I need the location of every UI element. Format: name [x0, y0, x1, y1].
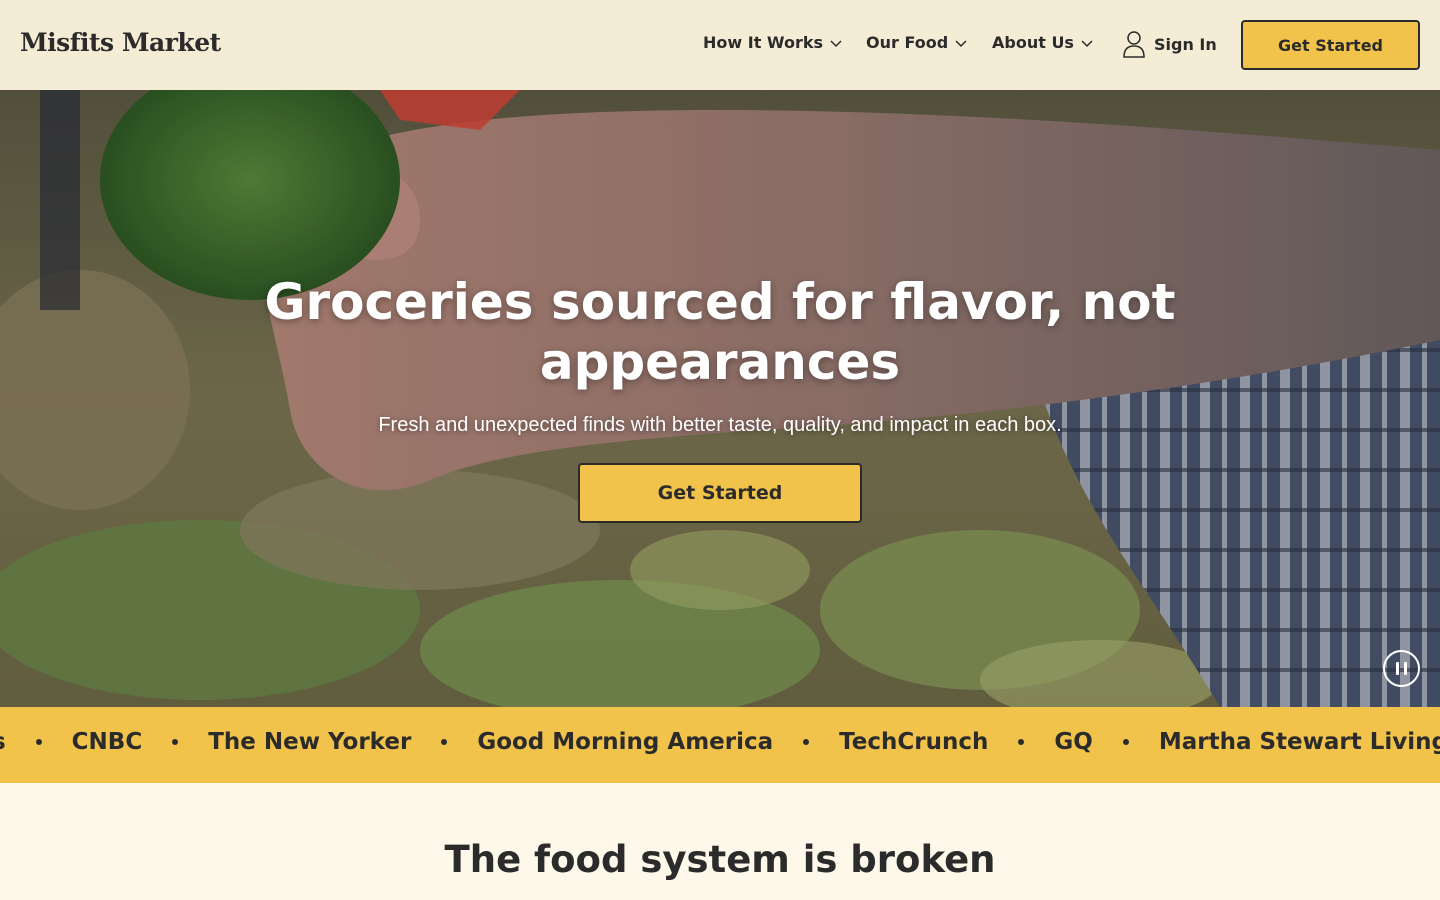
sign-in-link[interactable]: Sign In	[1122, 30, 1217, 58]
press-item: Martha Stewart Living	[1158, 729, 1440, 755]
separator-dot-icon	[441, 739, 448, 745]
pause-video-button[interactable]	[1383, 650, 1420, 687]
hero-title: Groceries sourced for flavor, not appear…	[264, 273, 1176, 391]
separator-dot-icon	[35, 739, 42, 745]
separator-dot-icon	[1018, 739, 1025, 745]
section-title: The food system is broken	[444, 838, 996, 881]
chevron-down-icon	[830, 39, 842, 47]
press-item: CNBC	[71, 729, 143, 755]
press-ticker-track: nes CNBC The New Yorker Good Morning Ame…	[0, 729, 1440, 755]
chevron-down-icon	[1081, 39, 1093, 47]
nav-about-us[interactable]: About Us	[992, 33, 1094, 52]
get-started-hero-button[interactable]: Get Started	[578, 463, 862, 523]
brand-logo[interactable]: Misfits Market	[20, 28, 221, 57]
nav-our-food[interactable]: Our Food	[866, 33, 968, 52]
press-item: GQ	[1054, 729, 1093, 755]
sign-in-label: Sign In	[1154, 34, 1217, 54]
separator-dot-icon	[803, 739, 810, 745]
hero-section: Groceries sourced for flavor, not appear…	[0, 90, 1440, 707]
site-header: Misfits Market How It Works Our Food Abo…	[0, 0, 1440, 90]
hero-content: Groceries sourced for flavor, not appear…	[0, 90, 1440, 707]
pause-icon	[1396, 662, 1399, 675]
press-item: TechCrunch	[839, 729, 989, 755]
pause-icon	[1404, 662, 1407, 675]
press-item: nes	[0, 729, 6, 755]
nav-how-it-works[interactable]: How It Works	[703, 33, 843, 52]
get-started-header-button[interactable]: Get Started	[1241, 20, 1420, 70]
nav-label: Our Food	[866, 33, 949, 52]
user-icon	[1123, 31, 1145, 58]
separator-dot-icon	[1122, 739, 1129, 745]
chevron-down-icon	[955, 39, 967, 47]
nav-label: How It Works	[703, 33, 824, 52]
press-item: Good Morning America	[477, 729, 774, 755]
press-item: The New Yorker	[208, 729, 412, 755]
press-ticker: nes CNBC The New Yorker Good Morning Ame…	[0, 707, 1440, 783]
hero-subtitle: Fresh and unexpected finds with better t…	[378, 414, 1062, 436]
separator-dot-icon	[172, 739, 179, 745]
nav-label: About Us	[992, 33, 1074, 52]
